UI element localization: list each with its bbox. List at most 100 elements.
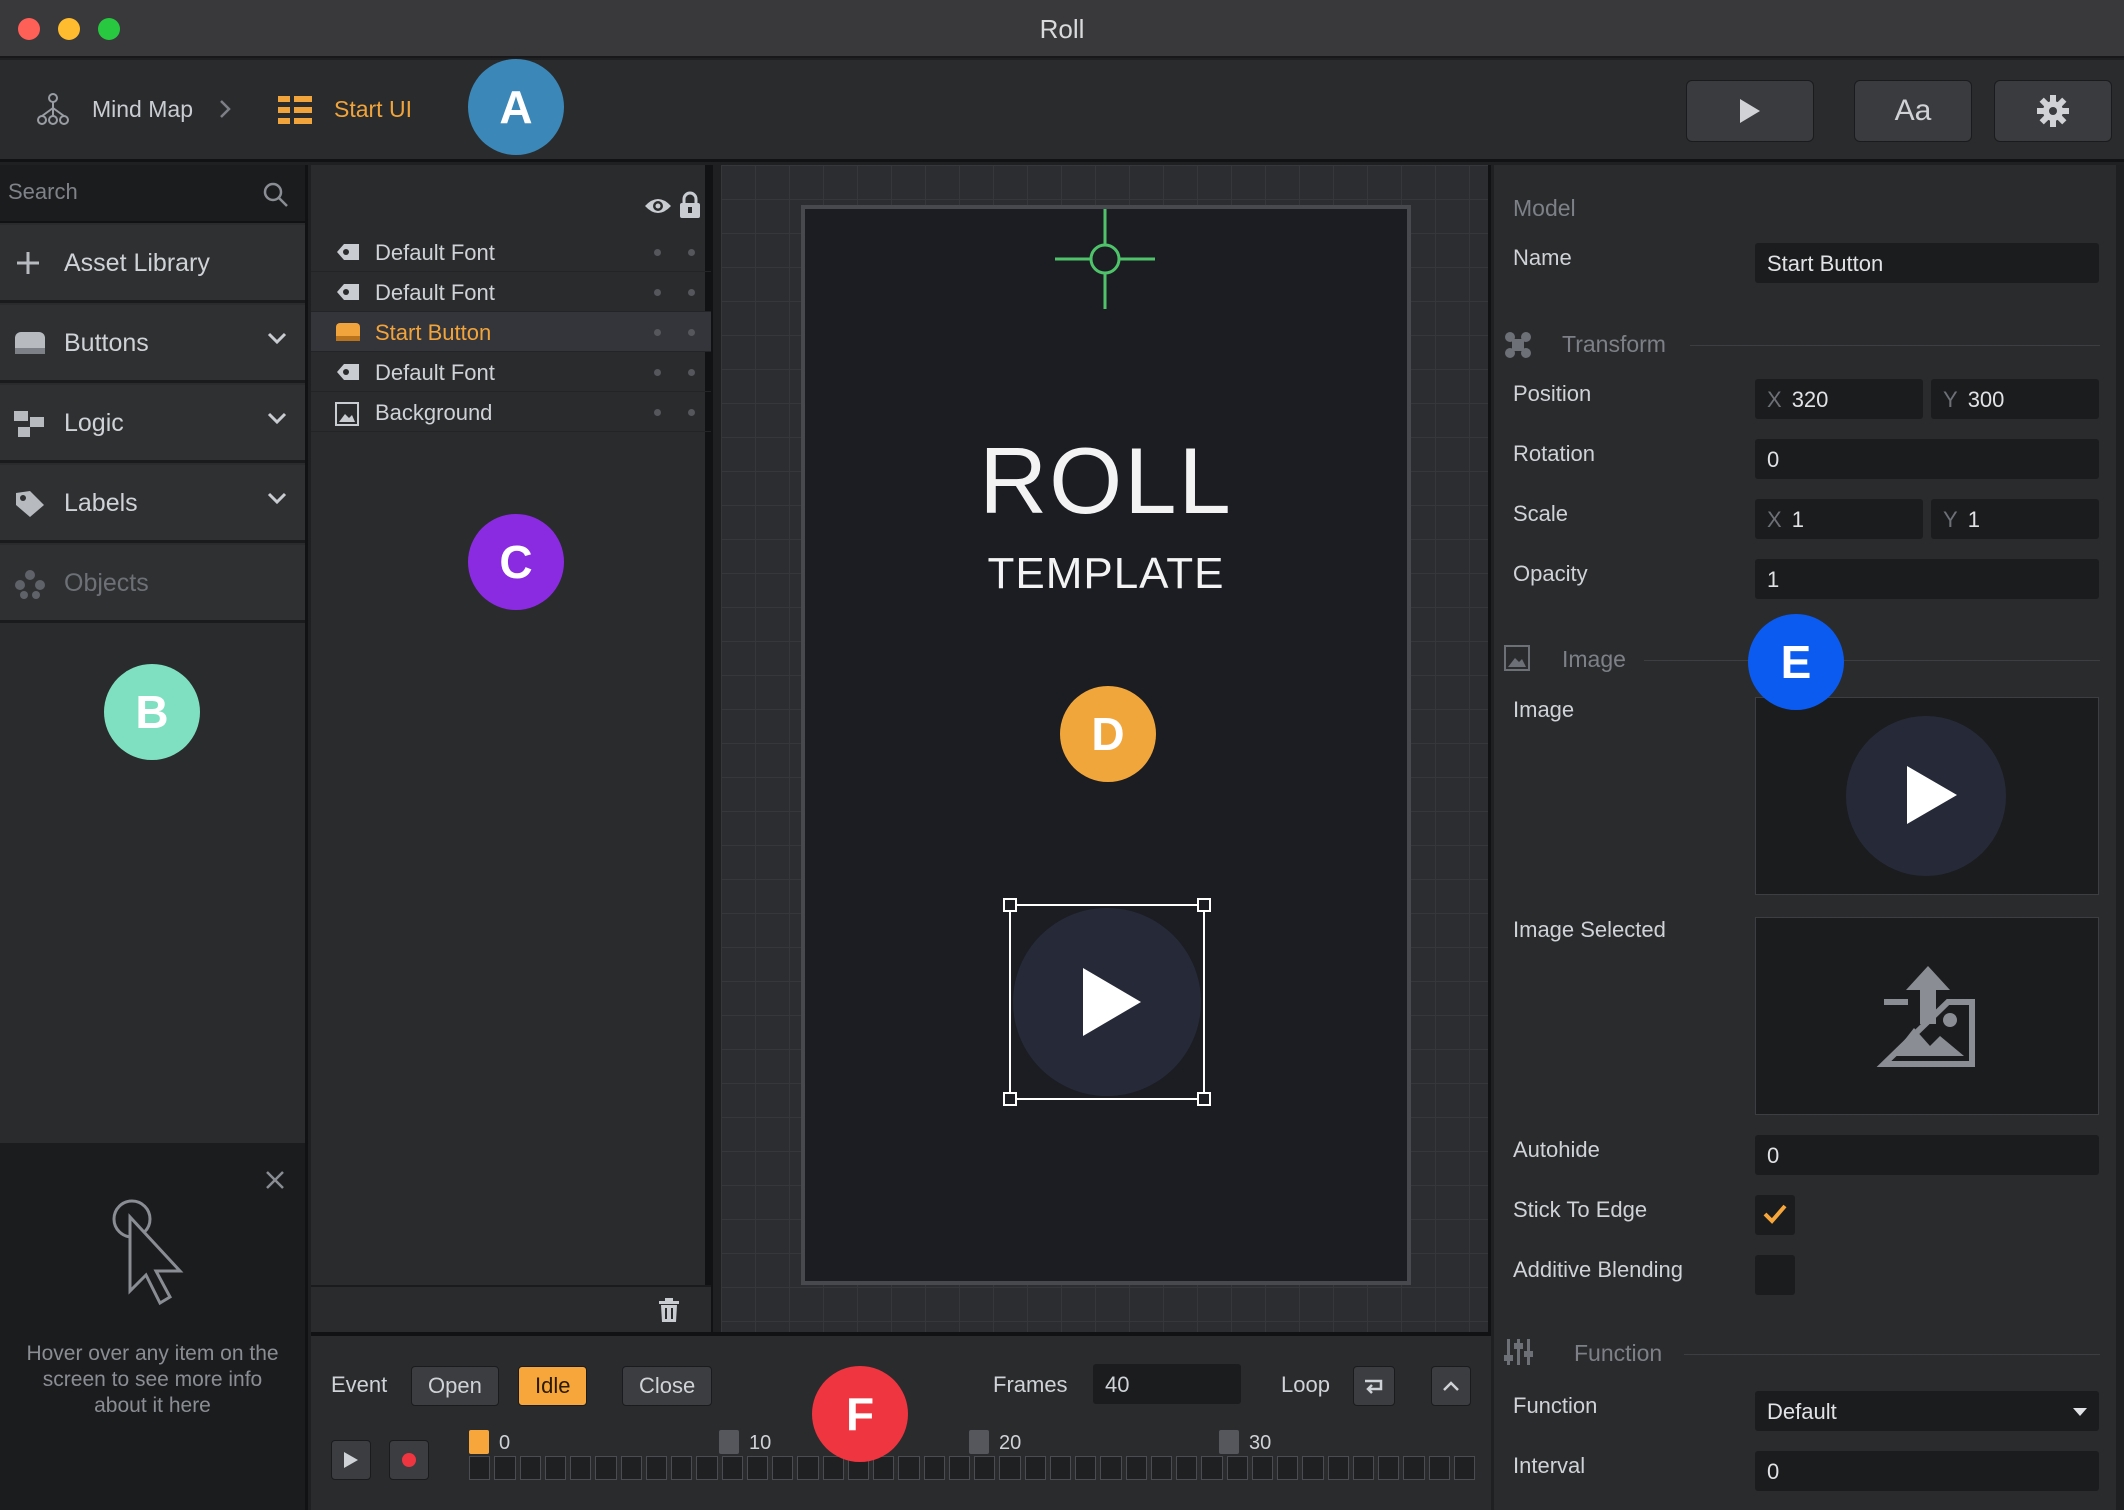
visibility-dot[interactable]: [654, 409, 661, 416]
frame-cell[interactable]: [1378, 1456, 1400, 1480]
frame-cell[interactable]: [620, 1456, 642, 1480]
layer-row[interactable]: Background: [311, 392, 711, 432]
visibility-dot[interactable]: [654, 329, 661, 336]
event-close-button[interactable]: Close: [622, 1366, 713, 1406]
properties-scrollbar[interactable]: [2116, 165, 2124, 1510]
lock-dot[interactable]: [688, 369, 695, 376]
scale-x-field[interactable]: X1: [1755, 499, 1923, 539]
frame-cell[interactable]: [923, 1456, 945, 1480]
search-input[interactable]: Search: [8, 179, 78, 205]
close-icon[interactable]: [264, 1169, 286, 1196]
frame-cell[interactable]: [721, 1456, 743, 1480]
frame-cell[interactable]: [1428, 1456, 1450, 1480]
position-x-field[interactable]: X 320: [1755, 379, 1923, 419]
opacity-field[interactable]: 1: [1755, 559, 2099, 599]
frame-cell[interactable]: [822, 1456, 844, 1480]
frame-cell[interactable]: [1075, 1456, 1097, 1480]
layer-row[interactable]: Default Font: [311, 352, 711, 392]
frame-cell[interactable]: [999, 1456, 1021, 1480]
sidebar-item-buttons[interactable]: Buttons: [0, 305, 305, 383]
asset-search[interactable]: Search: [0, 165, 305, 223]
frame-cell[interactable]: [1201, 1456, 1223, 1480]
frame-cell[interactable]: [1327, 1456, 1349, 1480]
loop-toggle[interactable]: [1353, 1366, 1395, 1406]
frame-cell[interactable]: [570, 1456, 592, 1480]
lock-dot[interactable]: [688, 329, 695, 336]
image-well[interactable]: [1755, 697, 2099, 895]
frame-cell[interactable]: [544, 1456, 566, 1480]
function-select[interactable]: Default: [1755, 1391, 2099, 1431]
frame-cell[interactable]: [873, 1456, 895, 1480]
frame-cell[interactable]: [1049, 1456, 1071, 1480]
sidebar-item-asset-library[interactable]: Asset Library: [0, 225, 305, 303]
frame-cell[interactable]: [671, 1456, 693, 1480]
visibility-dot[interactable]: [654, 289, 661, 296]
frame-cell[interactable]: [772, 1456, 794, 1480]
frame-cell[interactable]: [746, 1456, 768, 1480]
resize-handle[interactable]: [1197, 1092, 1211, 1106]
interval-field[interactable]: 0: [1755, 1451, 2099, 1491]
visibility-toggle[interactable]: [644, 195, 672, 222]
frame-cell[interactable]: [1100, 1456, 1122, 1480]
event-open-button[interactable]: Open: [411, 1366, 499, 1406]
resize-handle[interactable]: [1003, 1092, 1017, 1106]
scale-y-field[interactable]: Y1: [1931, 499, 2099, 539]
position-y-field[interactable]: Y 300: [1931, 379, 2099, 419]
frame-cell[interactable]: [1150, 1456, 1172, 1480]
lock-dot[interactable]: [688, 409, 695, 416]
resize-handle[interactable]: [1197, 898, 1211, 912]
resize-handle[interactable]: [1003, 898, 1017, 912]
frame-cell[interactable]: [1176, 1456, 1198, 1480]
image-selected-well[interactable]: [1755, 917, 2099, 1115]
additive-blending-checkbox[interactable]: [1755, 1255, 1795, 1295]
event-idle-button[interactable]: Idle: [518, 1366, 588, 1406]
play-preview-button[interactable]: [1686, 80, 1814, 142]
trash-icon[interactable]: [657, 1297, 681, 1328]
frame-cell[interactable]: [1403, 1456, 1425, 1480]
frame-strip[interactable]: [469, 1456, 1479, 1482]
frame-cell[interactable]: [696, 1456, 718, 1480]
breadcrumb-start-ui[interactable]: Start UI: [334, 96, 412, 123]
autohide-field[interactable]: 0: [1755, 1135, 2099, 1175]
frame-cell[interactable]: [1302, 1456, 1324, 1480]
frame-cell[interactable]: [1024, 1456, 1046, 1480]
frame-cell[interactable]: [519, 1456, 541, 1480]
name-field[interactable]: Start Button: [1755, 243, 2099, 283]
visibility-dot[interactable]: [654, 249, 661, 256]
frame-cell[interactable]: [1352, 1456, 1374, 1480]
start-button-selection[interactable]: [1003, 898, 1211, 1106]
frame-cell[interactable]: [1226, 1456, 1248, 1480]
stick-to-edge-checkbox[interactable]: [1755, 1195, 1795, 1235]
keyframe-marker[interactable]: [469, 1430, 489, 1454]
layer-row[interactable]: Default Font: [311, 272, 711, 312]
frame-cell[interactable]: [1251, 1456, 1273, 1480]
lock-dot[interactable]: [688, 289, 695, 296]
rotation-field[interactable]: 0: [1755, 439, 2099, 479]
sidebar-item-logic[interactable]: Logic: [0, 385, 305, 463]
frame-cell[interactable]: [974, 1456, 996, 1480]
frame-cell[interactable]: [1125, 1456, 1147, 1480]
sidebar-item-labels[interactable]: Labels: [0, 465, 305, 543]
visibility-dot[interactable]: [654, 369, 661, 376]
frame-marker[interactable]: [719, 1430, 739, 1454]
timeline-play-button[interactable]: [331, 1440, 371, 1480]
frame-cell[interactable]: [797, 1456, 819, 1480]
lock-toggle[interactable]: [679, 191, 701, 224]
settings-button[interactable]: [1994, 80, 2112, 142]
frame-marker[interactable]: [969, 1430, 989, 1454]
frame-marker[interactable]: [1219, 1430, 1239, 1454]
frame-cell[interactable]: [898, 1456, 920, 1480]
frames-input[interactable]: 40: [1093, 1364, 1241, 1404]
frame-cell[interactable]: [595, 1456, 617, 1480]
frame-cell[interactable]: [948, 1456, 970, 1480]
record-button[interactable]: [389, 1440, 429, 1480]
sidebar-item-objects[interactable]: Objects: [0, 545, 305, 623]
lock-dot[interactable]: [688, 249, 695, 256]
frame-cell[interactable]: [469, 1456, 491, 1480]
font-button[interactable]: Aa: [1854, 80, 1972, 142]
expand-timeline-button[interactable]: [1431, 1366, 1471, 1406]
frame-cell[interactable]: [1453, 1456, 1475, 1480]
frame-cell[interactable]: [494, 1456, 516, 1480]
frame-cell[interactable]: [1277, 1456, 1299, 1480]
crosshair-icon[interactable]: [1055, 209, 1155, 314]
